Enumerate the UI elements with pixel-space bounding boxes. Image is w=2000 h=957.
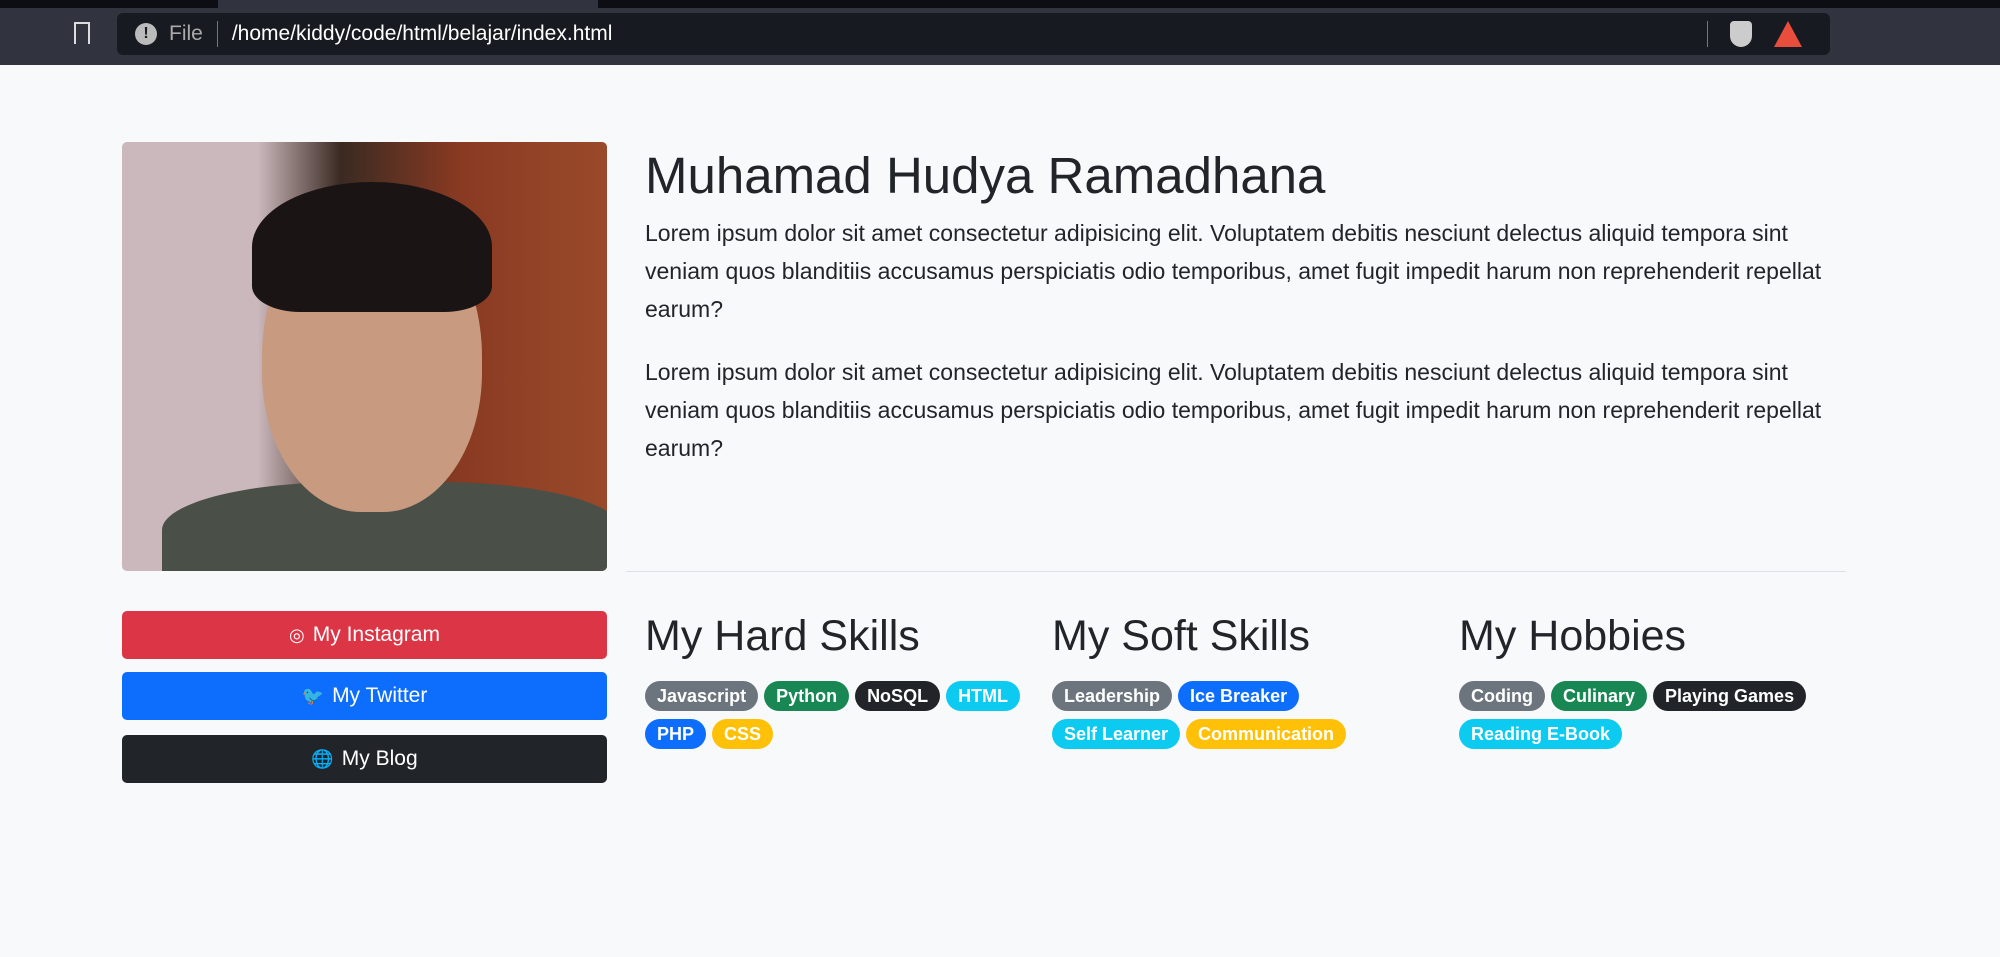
badge: NoSQL [855, 681, 941, 711]
url-text[interactable]: /home/kiddy/code/html/belajar/index.html [232, 22, 613, 46]
badge-list: Leadership Ice Breaker Self Learner Communi… [1052, 681, 1432, 749]
badge: Culinary [1550, 681, 1648, 711]
badge: Communication [1186, 719, 1347, 749]
section-title: My Hard Skills [645, 612, 920, 660]
badge: CSS [712, 719, 774, 749]
bio-paragraph: Lorem ipsum dolor sit amet consectetur a… [645, 359, 1822, 461]
address-bar[interactable]: ! File /home/kiddy/code/html/belajar/ind… [117, 13, 1830, 55]
divider [1707, 21, 1708, 47]
page-title: Muhamad Hudya Ramadhana [645, 147, 1326, 204]
section-title: My Soft Skills [1052, 612, 1311, 660]
brave-shield-icon[interactable] [1730, 21, 1752, 47]
globe-icon: 🌐 [311, 748, 334, 769]
active-tab[interactable] [218, 0, 598, 8]
twitter-icon: 🐦 [301, 685, 325, 706]
badge: Ice Breaker [1178, 681, 1300, 711]
link-label: My Instagram [312, 623, 440, 646]
badge: Coding [1459, 681, 1545, 711]
profile-photo [122, 142, 607, 571]
badge: Python [764, 681, 850, 711]
badge: Javascript [645, 681, 759, 711]
instagram-icon: ◎ [289, 624, 305, 645]
info-icon[interactable]: ! [135, 23, 157, 45]
skills-section: My Hobbies Coding Culinary Playing Games Rea… [1459, 612, 1839, 749]
badge: Self Learner [1052, 719, 1181, 749]
tab-strip [0, 0, 2000, 8]
brave-rewards-icon[interactable] [1774, 21, 1802, 47]
skills-section: My Hard Skills Javascript Python NoSQL HTML P… [645, 612, 1025, 749]
link-label: My Twitter [332, 684, 428, 707]
url-scheme-label: File [169, 22, 203, 45]
link-button-instagram[interactable]: ◎ My Instagram [122, 611, 607, 659]
badge: Leadership [1052, 681, 1173, 711]
badge-list: Coding Culinary Playing Games Reading E-Boo… [1459, 681, 1839, 749]
badge-list: Javascript Python NoSQL HTML PHP CSS [645, 681, 1025, 749]
link-label: My Blog [341, 747, 418, 770]
badge: PHP [645, 719, 707, 749]
section-title: My Hobbies [1459, 612, 1687, 660]
link-button-globe[interactable]: 🌐 My Blog [122, 735, 607, 783]
bio-paragraph: Lorem ipsum dolor sit amet consectetur a… [645, 220, 1822, 322]
browser-toolbar: ! File /home/kiddy/code/html/belajar/ind… [0, 0, 2000, 65]
skills-section: My Soft Skills Leadership Ice Breaker Self … [1052, 612, 1432, 749]
divider [216, 21, 218, 47]
bookmark-icon[interactable] [74, 22, 90, 44]
badge: Playing Games [1653, 681, 1807, 711]
badge: HTML [946, 681, 1021, 711]
divider [626, 571, 1846, 572]
link-button-twitter[interactable]: 🐦 My Twitter [122, 672, 607, 720]
badge: Reading E-Book [1459, 719, 1623, 749]
